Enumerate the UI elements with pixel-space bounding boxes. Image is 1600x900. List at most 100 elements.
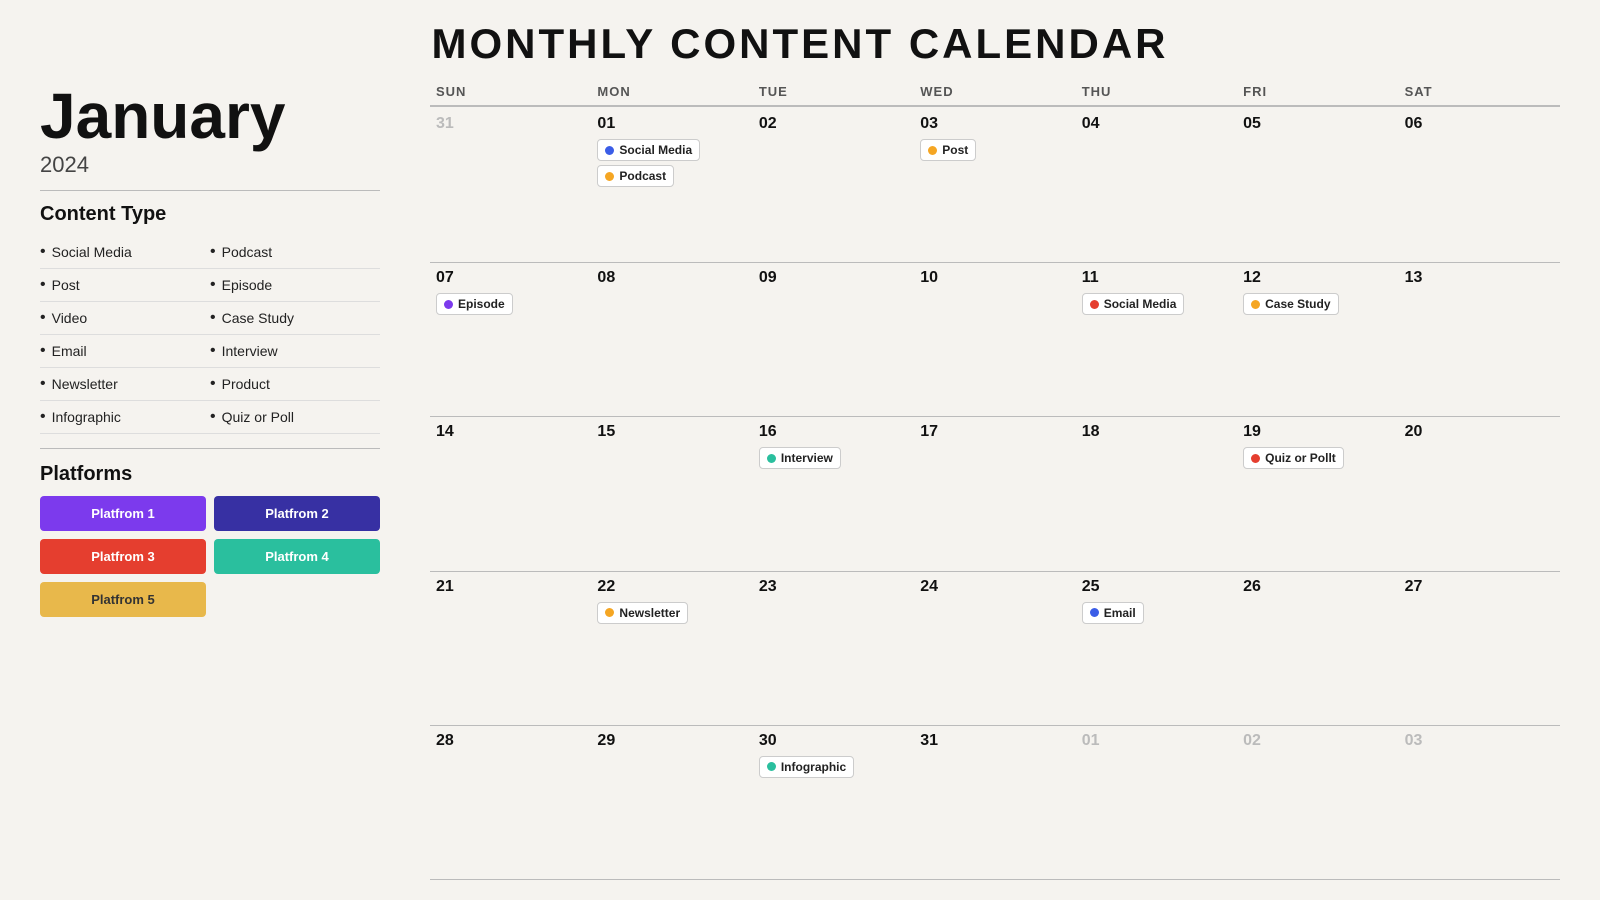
calendar-cell: 17 [914,417,1075,571]
calendar-cell: 07 Episode [430,263,591,417]
calendar-cell: 18 [1076,417,1237,571]
calendar-cell: 03 [1399,726,1560,880]
event-tag: Email [1082,602,1144,624]
cell-date: 28 [436,732,585,750]
day-of-week: FRI [1237,84,1398,107]
event-tag: Infographic [759,756,854,778]
platform-button[interactable]: Platfrom 5 [40,582,206,617]
cell-date: 14 [436,423,585,441]
content-type-item: Email [40,335,210,368]
cell-date: 13 [1405,269,1554,287]
content-type-item: Case Study [210,302,380,335]
calendar-cell: 19Quiz or Pollt [1237,417,1398,571]
content-type-item: Interview [210,335,380,368]
calendar-cell: 30 Infographic [753,726,914,880]
event-dot [767,454,776,463]
cell-date: 22 [597,578,746,596]
event-label: Social Media [1104,297,1177,311]
cell-date: 11 [1082,269,1231,287]
calendar-cell: 12 Case Study [1237,263,1398,417]
cell-date: 02 [759,115,908,133]
calendar-cell: 08 [591,263,752,417]
content-type-list: Social MediaPodcastPostEpisodeVideoCase … [40,236,380,434]
event-dot [605,172,614,181]
content-type-heading: Content Type [40,203,380,226]
platform-button[interactable]: Platfrom 2 [214,496,380,531]
platforms-heading: Platforms [40,463,380,486]
event-dot [1090,300,1099,309]
cell-date: 24 [920,578,1069,596]
cell-date: 07 [436,269,585,287]
calendar-cell: 28 [430,726,591,880]
day-of-week: WED [914,84,1075,107]
cell-date: 05 [1243,115,1392,133]
event-dot [605,608,614,617]
event-dot [928,146,937,155]
calendar-cell: 02 [1237,726,1398,880]
calendar-cell: 20 [1399,417,1560,571]
cell-date: 01 [1082,732,1231,750]
platform-5-wrap: Platfrom 5 [40,582,206,617]
cell-date: 17 [920,423,1069,441]
event-dot [1251,300,1260,309]
cell-date: 16 [759,423,908,441]
event-label: Episode [458,297,505,311]
platform-button[interactable]: Platfrom 4 [214,539,380,574]
event-tag: Episode [436,293,513,315]
calendar-cell: 22 Newsletter [591,572,752,726]
cell-date: 06 [1405,115,1554,133]
calendar-cell: 03Post [914,109,1075,263]
calendar-cell: 24 [914,572,1075,726]
content-type-item: Podcast [210,236,380,269]
event-label: Case Study [1265,297,1330,311]
event-tag: Case Study [1243,293,1338,315]
event-dot [1090,608,1099,617]
cell-date: 23 [759,578,908,596]
day-of-week: THU [1076,84,1237,107]
cell-date: 09 [759,269,908,287]
calendar-cell: 14 [430,417,591,571]
cell-date: 08 [597,269,746,287]
event-label: Post [942,143,968,157]
calendar-cell: 06 [1399,109,1560,263]
calendar-cell: 25 Email [1076,572,1237,726]
cell-date: 01 [597,115,746,133]
day-of-week: SUN [430,84,591,107]
event-tag: Quiz or Pollt [1243,447,1344,469]
page-title: MONTHLY CONTENT CALENDAR [40,20,1560,68]
calendar-cell: 13 [1399,263,1560,417]
cell-date: 15 [597,423,746,441]
day-of-week: MON [591,84,752,107]
event-dot [767,762,776,771]
calendar-cell: 01 [1076,726,1237,880]
content-type-item: Post [40,269,210,302]
cell-date: 20 [1405,423,1554,441]
month-label: January [40,84,380,148]
event-label: Podcast [619,169,666,183]
calendar-cell: 16 Interview [753,417,914,571]
content-type-item: Product [210,368,380,401]
calendar-cell: 23 [753,572,914,726]
calendar: SUNMONTUEWEDTHUFRISAT 3101Social MediaPo… [410,84,1560,880]
content-type-item: Infographic [40,401,210,434]
calendar-cell: 27 [1399,572,1560,726]
platform-button[interactable]: Platfrom 1 [40,496,206,531]
cell-date: 12 [1243,269,1392,287]
event-tag: Social Media [1082,293,1185,315]
cell-date: 02 [1243,732,1392,750]
sidebar: January 2024 Content Type Social MediaPo… [40,84,410,880]
calendar-cell: 15 [591,417,752,571]
cell-date: 30 [759,732,908,750]
calendar-cell: 31 [430,109,591,263]
event-label: Newsletter [619,606,680,620]
platform-button[interactable]: Platfrom 3 [40,539,206,574]
cell-date: 31 [436,115,585,133]
cell-date: 21 [436,578,585,596]
calendar-cell: 09 [753,263,914,417]
calendar-cell: 02 [753,109,914,263]
event-tag: Interview [759,447,841,469]
content-type-item: Social Media [40,236,210,269]
calendar-grid: 3101Social MediaPodcast0203Post04050607E… [430,109,1560,880]
cell-date: 25 [1082,578,1231,596]
year-label: 2024 [40,152,380,178]
